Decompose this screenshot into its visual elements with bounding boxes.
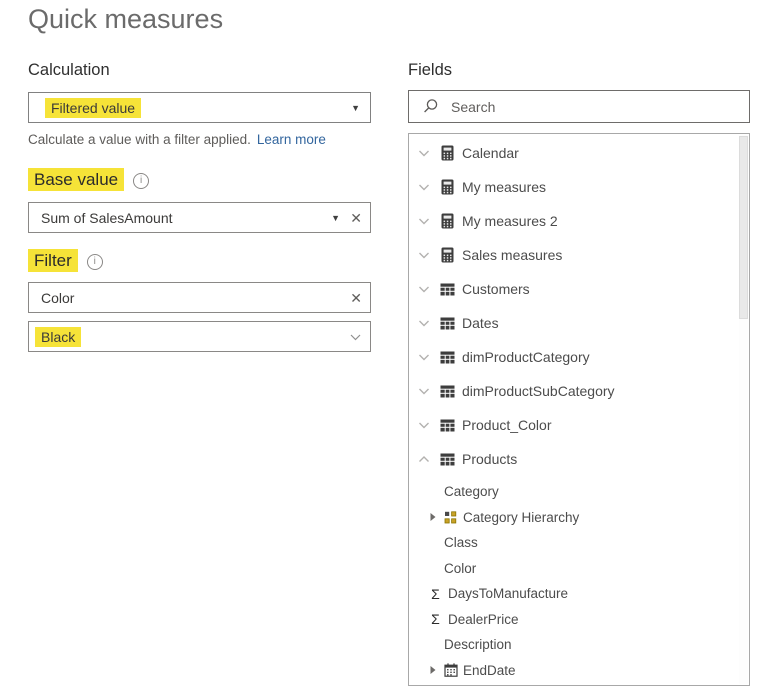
tree-item-product-color[interactable]: Product_Color: [409, 408, 749, 442]
tree-item-customers[interactable]: Customers: [409, 272, 749, 306]
info-icon[interactable]: [133, 173, 150, 189]
fields-list: Calendar My measures My measures 2 Sales me…: [408, 133, 750, 686]
tree-item-my-measures-2[interactable]: My measures 2: [409, 204, 749, 238]
tree-item-label: Products: [462, 451, 518, 467]
scrollbar-thumb[interactable]: [739, 136, 748, 319]
table-icon: [439, 419, 455, 432]
tree-item-category-hierarchy[interactable]: Category Hierarchy: [409, 505, 749, 531]
learn-more-link[interactable]: Learn more: [257, 132, 326, 147]
chevron-down-icon[interactable]: [416, 180, 431, 194]
tree-item-class[interactable]: Class: [409, 530, 749, 556]
tree-item-label: Class: [444, 535, 478, 551]
table-icon: [439, 385, 455, 398]
calculation-description: Calculate a value with a filter applied.…: [28, 132, 326, 147]
filter-label: Filter: [28, 249, 103, 272]
page-title: Quick measures: [28, 4, 224, 34]
calculator-icon: [439, 247, 455, 263]
tree-item-label: Category Hierarchy: [463, 509, 580, 525]
tree-item-label: Description: [444, 637, 512, 653]
table-icon: [439, 317, 455, 330]
tree-item-label: dimProductCategory: [462, 349, 590, 365]
base-value-text: Sum of SalesAmount: [41, 209, 173, 226]
chevron-down-icon[interactable]: [416, 214, 431, 228]
base-value-label-text: Base value: [28, 168, 125, 191]
tree-item-label: Customers: [462, 281, 530, 297]
tree-item-label: Dates: [462, 315, 499, 331]
calendar-icon: [443, 663, 458, 678]
calculation-dropdown[interactable]: Filtered value: [28, 92, 371, 123]
sigma-icon: Σ: [431, 611, 440, 628]
calculation-description-text: Calculate a value with a filter applied.: [28, 132, 251, 147]
tree-item-enddate[interactable]: EndDate: [409, 658, 749, 684]
chevron-down-icon[interactable]: [416, 316, 431, 330]
tree-item-my-measures[interactable]: My measures: [409, 170, 749, 204]
tree-item-label: DealerPrice: [448, 611, 519, 627]
tree-item-category[interactable]: Category: [409, 479, 749, 505]
tree-item-label: My measures: [462, 179, 547, 195]
expand-right-icon[interactable]: [428, 665, 438, 675]
chevron-down-icon[interactable]: [416, 418, 431, 432]
clear-icon[interactable]: [350, 211, 362, 225]
tree-item-label: Product_Color: [462, 417, 552, 433]
scrollbar-track[interactable]: [739, 135, 748, 684]
tree-item-label: Category: [444, 484, 499, 500]
chevron-down-icon[interactable]: [416, 248, 431, 262]
base-value-label: Base value: [28, 168, 150, 191]
clear-icon[interactable]: [350, 291, 362, 305]
base-value-dropdown[interactable]: Sum of SalesAmount: [28, 202, 371, 233]
chevron-down-icon[interactable]: [416, 384, 431, 398]
tree-item-description[interactable]: Description: [409, 632, 749, 658]
tree-item-products[interactable]: Products: [409, 442, 749, 476]
info-icon[interactable]: [86, 254, 103, 270]
filter-value-text: Black: [35, 326, 82, 347]
fields-label: Fields: [408, 61, 453, 79]
tree-item-label: Sales measures: [462, 247, 563, 263]
fields-tree: Calendar My measures My measures 2 Sales me…: [409, 136, 749, 683]
chevron-down-icon[interactable]: [416, 350, 431, 364]
tree-item-color[interactable]: Color: [409, 556, 749, 582]
tree-item-dates[interactable]: Dates: [409, 306, 749, 340]
tree-item-dimproductcategory[interactable]: dimProductCategory: [409, 340, 749, 374]
tree-item-dimproductsubcategory[interactable]: dimProductSubCategory: [409, 374, 749, 408]
table-icon: [439, 283, 455, 296]
chevron-down-icon[interactable]: [416, 146, 431, 160]
search-box[interactable]: [408, 90, 750, 123]
filter-value-dropdown[interactable]: Black: [28, 321, 371, 352]
tree-item-daystomanufacture[interactable]: Σ DaysToManufacture: [409, 581, 749, 607]
tree-item-label: EndDate: [463, 662, 516, 678]
search-icon: [422, 98, 439, 115]
tree-item-sales-measures[interactable]: Sales measures: [409, 238, 749, 272]
calculator-icon: [439, 179, 455, 195]
dropdown-arrow-icon[interactable]: [351, 103, 360, 113]
chevron-down-icon[interactable]: [348, 329, 363, 344]
tree-item-label: Color: [444, 560, 477, 576]
calculator-icon: [439, 145, 455, 161]
tree-item-label: DaysToManufacture: [448, 586, 569, 602]
hierarchy-icon: [443, 511, 458, 524]
dropdown-arrow-icon[interactable]: [331, 213, 340, 223]
tree-item-dealerprice[interactable]: Σ DealerPrice: [409, 607, 749, 633]
calculator-icon: [439, 213, 455, 229]
calculation-label: Calculation: [28, 61, 110, 79]
tree-item-label: dimProductSubCategory: [462, 383, 615, 399]
search-input[interactable]: [449, 97, 749, 116]
tree-item-label: My measures 2: [462, 213, 558, 229]
filter-label-text: Filter: [28, 249, 78, 272]
tree-item-label: Calendar: [462, 145, 519, 161]
filter-field-box[interactable]: Color: [28, 282, 371, 313]
sigma-icon: Σ: [431, 585, 440, 602]
table-icon: [439, 351, 455, 364]
tree-item-calendar[interactable]: Calendar: [409, 136, 749, 170]
table-icon: [439, 453, 455, 466]
expand-right-icon[interactable]: [428, 512, 438, 522]
filter-field-text: Color: [41, 289, 75, 306]
calculation-selected-value: Filtered value: [45, 97, 142, 118]
chevron-down-icon[interactable]: [416, 282, 431, 296]
chevron-up-icon[interactable]: [416, 452, 431, 466]
